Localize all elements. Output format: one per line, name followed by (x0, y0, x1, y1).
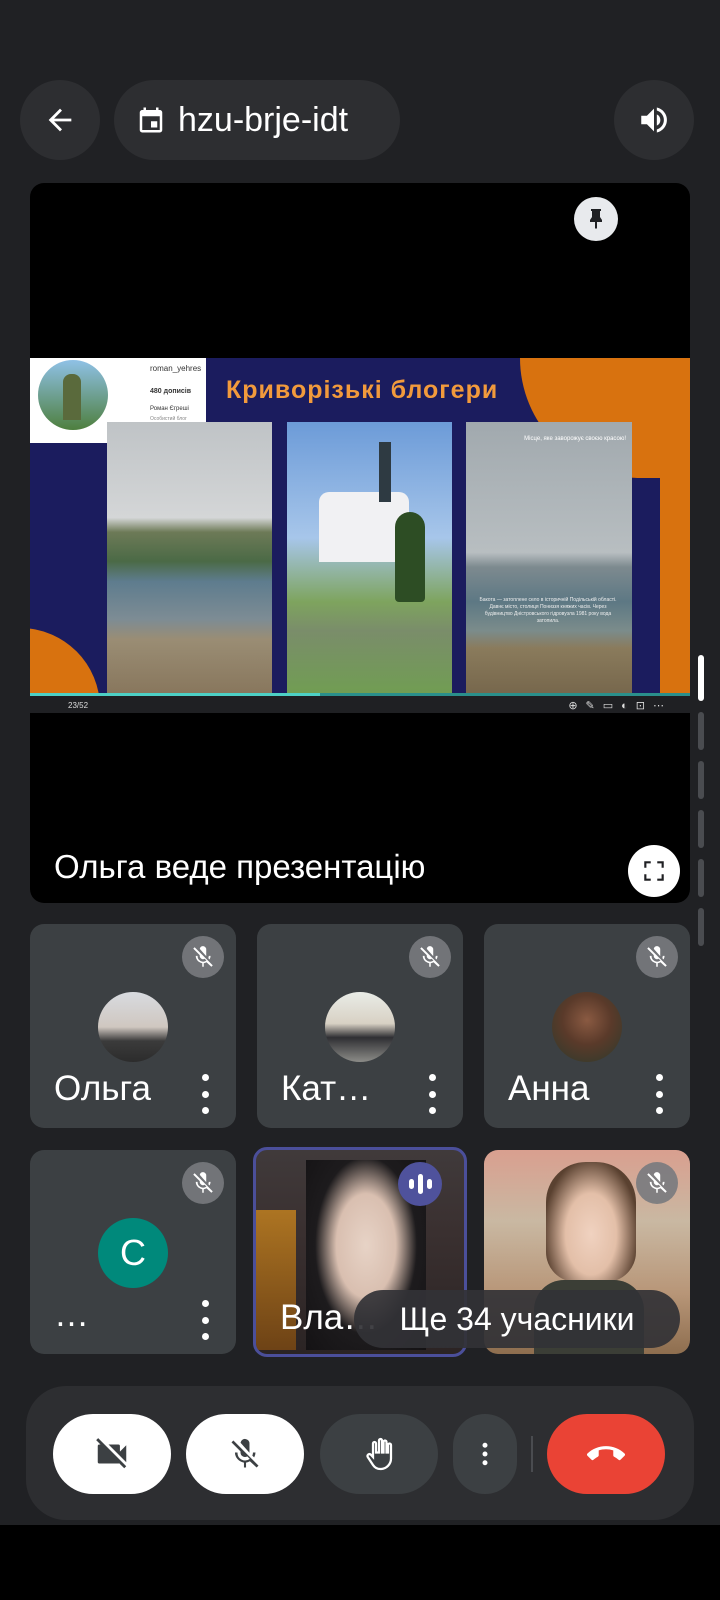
system-navigation-area (0, 1525, 720, 1600)
participant-video (546, 1162, 636, 1282)
mic-off-icon (182, 1162, 224, 1204)
mic-off-icon (231, 1438, 259, 1468)
avatar (325, 992, 395, 1062)
mic-off-icon (409, 936, 451, 978)
blogger-avatar (38, 360, 108, 430)
shared-slide: roman_yehres 480 дописів Роман Єгреші Ос… (30, 358, 690, 713)
pin-icon (590, 209, 602, 229)
participant-name: Анна (508, 1069, 590, 1108)
slide-decoration (660, 458, 690, 708)
participant-name: Ольга (54, 1069, 151, 1108)
end-call-button[interactable] (547, 1414, 665, 1494)
mic-off-icon (182, 936, 224, 978)
more-vert-icon (482, 1442, 488, 1466)
mic-off-icon (636, 1162, 678, 1204)
calendar-icon (139, 107, 163, 133)
volume-icon (641, 107, 667, 133)
more-participants-button[interactable]: Ще 34 учасники (354, 1290, 680, 1348)
more-vert-icon[interactable] (200, 1074, 210, 1114)
meeting-info-chip[interactable]: hzu-brje-idt (114, 80, 400, 160)
slide-title: Криворізькі блогери (226, 376, 499, 404)
profile-name: Роман Єгреші (150, 406, 189, 412)
avatar (98, 992, 168, 1062)
controls-divider (531, 1436, 533, 1472)
slide-photo-church (287, 422, 452, 712)
meeting-code: hzu-brje-idt (178, 100, 349, 139)
fullscreen-button[interactable] (628, 845, 680, 897)
mic-off-icon (636, 936, 678, 978)
slide-tools-icons[interactable]: ⊕✎▭◐⊡⋯ (568, 699, 672, 712)
avatar (552, 992, 622, 1062)
slide-progress-bar (30, 693, 320, 696)
call-end-icon (587, 1446, 625, 1461)
audio-output-button[interactable] (614, 80, 694, 160)
pin-button[interactable] (574, 197, 618, 241)
slide-toolbar[interactable]: 23/52 ⊕✎▭◐⊡⋯ (30, 693, 690, 713)
presentation-stage[interactable]: roman_yehres 480 дописів Роман Єгреші Ос… (30, 183, 690, 903)
speaking-indicator-icon (398, 1162, 442, 1206)
mic-toggle-button[interactable] (186, 1414, 304, 1494)
avatar-initial: C (98, 1218, 168, 1288)
page-scrollbar[interactable] (698, 655, 706, 946)
profile-posts: 480 дописів (150, 388, 192, 395)
more-vert-icon[interactable] (654, 1074, 664, 1114)
more-vert-icon[interactable] (427, 1074, 437, 1114)
arrow-back-icon (48, 108, 72, 132)
participant-tile[interactable]: Анна (484, 924, 690, 1128)
raise-hand-icon (366, 1437, 393, 1471)
participant-tile[interactable]: Ольга (30, 924, 236, 1128)
cypress-tree (395, 512, 425, 602)
call-controls-bar (26, 1386, 694, 1520)
participant-tile[interactable]: C … (30, 1150, 236, 1354)
raise-hand-button[interactable] (320, 1414, 438, 1494)
participant-name: … (54, 1295, 89, 1334)
slide-page-indicator: 23/52 (68, 701, 89, 710)
participant-name: Кат… (281, 1069, 372, 1108)
slide-photo-bakota: Місце, яке заворожує своєю красою! Бакот… (466, 422, 632, 712)
camera-off-icon (96, 1438, 127, 1469)
camera-toggle-button[interactable] (53, 1414, 171, 1494)
participant-tile[interactable]: Кат… (257, 924, 463, 1128)
church-tower (379, 442, 391, 502)
photo-caption: Бакота — затоплене село в історичній Под… (479, 597, 617, 624)
presenter-label: Ольга веде презентацію (54, 848, 426, 885)
slide-photo-cliff (107, 422, 272, 712)
profile-username: roman_yehres (150, 364, 202, 373)
fullscreen-icon (644, 861, 664, 881)
more-vert-icon[interactable] (200, 1300, 210, 1340)
back-button[interactable] (20, 80, 100, 160)
photo-header-text: Місце, яке заворожує своєю красою! (524, 436, 626, 442)
more-options-button[interactable] (453, 1414, 517, 1494)
